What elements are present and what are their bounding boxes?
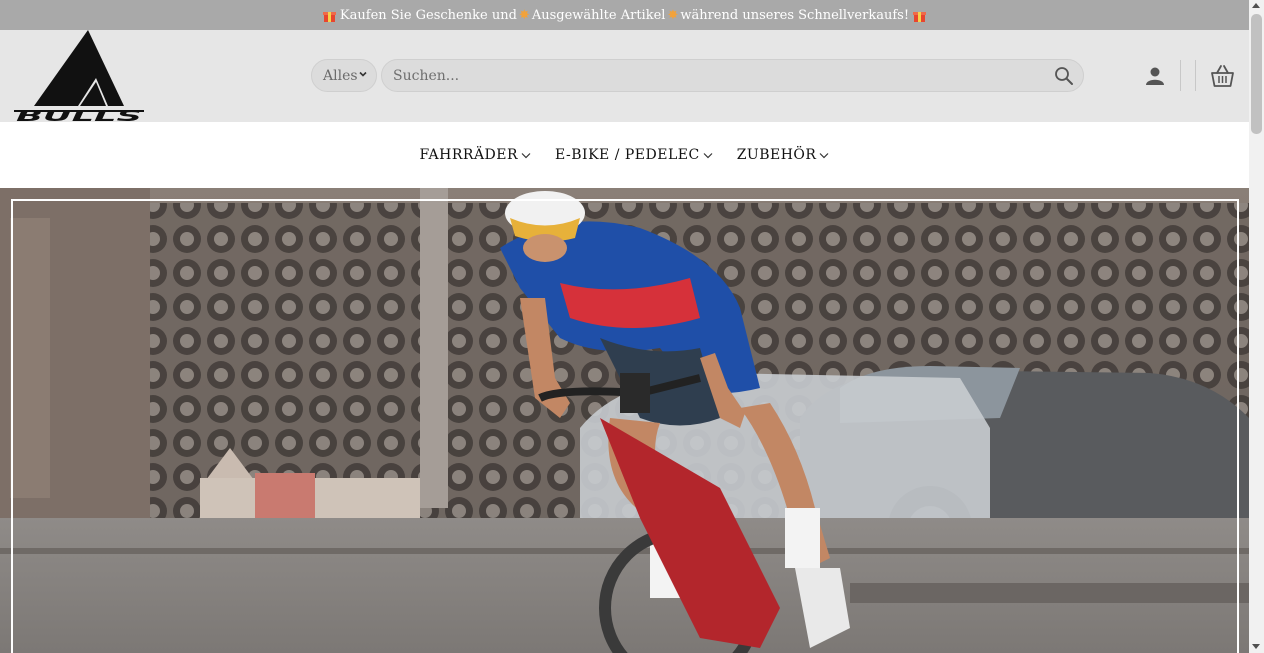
logo-wordmark: BULLS — [16, 107, 142, 122]
scrollbar-thumb[interactable] — [1251, 14, 1262, 134]
chevron-down-icon — [703, 152, 713, 158]
cart-icon[interactable] — [1210, 64, 1235, 88]
category-select-value: Alles — [323, 67, 358, 84]
nav-item-fahrraeder[interactable]: FAHRRÄDER — [420, 147, 532, 163]
user-icon[interactable] — [1145, 66, 1165, 86]
scroll-up-icon[interactable] — [1252, 3, 1260, 8]
chevron-down-icon — [359, 71, 367, 77]
search-bar: Alles — [311, 59, 1084, 92]
hero-frame — [11, 199, 1239, 653]
nav-item-zubehoer[interactable]: ZUBEHÖR — [727, 147, 830, 163]
page: Kaufen Sie Geschenke und ✸ Ausgewählte A… — [0, 0, 1249, 653]
announcement-text-2: während unseres Schnellverkaufs! — [680, 7, 910, 23]
bulls-logo[interactable]: BULLS — [14, 30, 146, 122]
search-field — [381, 59, 1084, 92]
sparkle-icon: ✸ — [518, 7, 530, 23]
chevron-down-icon — [521, 152, 531, 158]
nav-item-ebike-pedelec[interactable]: E-BIKE / PEDELEC — [545, 147, 713, 163]
nav-item-label: ZUBEHÖR — [736, 147, 817, 163]
announcement-text-1: Kaufen Sie Geschenke und — [339, 7, 517, 23]
site-header: BULLS Alles — [0, 30, 1249, 122]
chevron-down-icon — [820, 152, 829, 158]
gift-icon — [913, 9, 927, 22]
nav-item-label: E-BIKE / PEDELEC — [555, 147, 700, 163]
gift-icon — [322, 9, 336, 22]
nav-item-label: FAHRRÄDER — [419, 147, 519, 163]
search-input[interactable] — [382, 60, 1083, 91]
announcement-bar: Kaufen Sie Geschenke und ✸ Ausgewählte A… — [0, 0, 1249, 30]
hero-banner[interactable] — [0, 188, 1249, 653]
scroll-down-icon[interactable] — [1252, 644, 1260, 649]
search-icon[interactable] — [1054, 66, 1074, 86]
main-nav: FAHRRÄDER E-BIKE / PEDELEC ZUBEHÖR — [0, 122, 1249, 188]
page-scrollbar[interactable] — [1249, 0, 1264, 653]
announcement-highlight: Ausgewählte Artikel — [531, 7, 666, 23]
category-select[interactable]: Alles — [311, 59, 377, 92]
header-divider — [1180, 60, 1181, 91]
header-divider — [1195, 60, 1196, 91]
sparkle-icon: ✸ — [667, 7, 679, 23]
